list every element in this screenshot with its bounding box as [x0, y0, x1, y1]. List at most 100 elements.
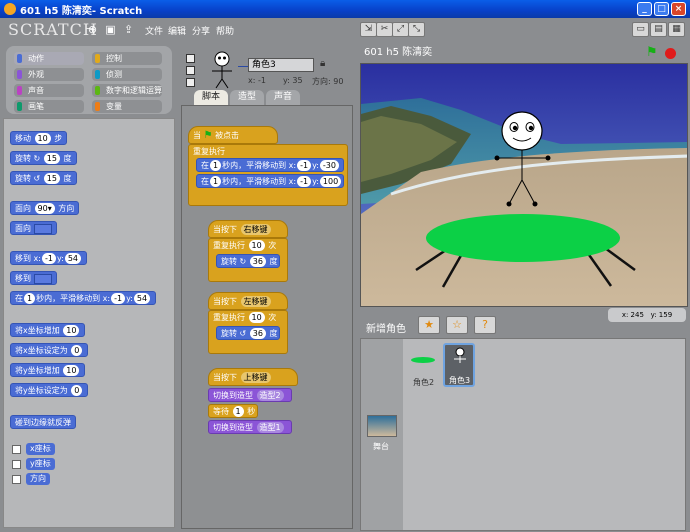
- seconds-input[interactable]: 1: [210, 160, 222, 171]
- menu-share[interactable]: 分享: [192, 24, 210, 37]
- turn-left-block[interactable]: 旋转 ↺ 15 度: [10, 171, 77, 185]
- maximize-button[interactable]: □: [654, 2, 669, 16]
- turn-right-block[interactable]: 旋转 ↻ 15 度: [10, 151, 77, 165]
- goto-xy-block[interactable]: 移到 x: -1 y: 54: [10, 251, 88, 265]
- category-sound[interactable]: 声音: [14, 84, 84, 97]
- shrink-tool-icon[interactable]: ⤡: [408, 22, 425, 37]
- normal-stage-icon[interactable]: ▤: [650, 22, 667, 37]
- direction-checkbox[interactable]: [12, 475, 21, 484]
- y-input[interactable]: -30: [319, 160, 339, 171]
- sprite-thumb-3[interactable]: 角色3: [443, 343, 475, 387]
- switch-costume-block-1[interactable]: 切换到造型 造型2: [208, 388, 292, 402]
- menu-file[interactable]: 文件: [145, 24, 163, 37]
- y-input[interactable]: 54: [64, 253, 82, 264]
- category-motion[interactable]: 动作: [14, 52, 84, 65]
- point-towards-block[interactable]: 面向: [10, 221, 57, 235]
- x-position-reporter[interactable]: x座标: [26, 443, 55, 455]
- sprite-thumb-2[interactable]: 角色2: [409, 349, 441, 389]
- glide-block-2[interactable]: 在 1 秒内，平滑移动到 x: -1 y: 100: [196, 174, 344, 188]
- tab-costumes[interactable]: 造型: [230, 90, 264, 105]
- stage-canvas[interactable]: [360, 63, 688, 307]
- y-position-reporter[interactable]: y座标: [26, 458, 55, 470]
- category-pen[interactable]: 画笔: [14, 100, 84, 113]
- stick-figure-sprite[interactable]: [361, 64, 688, 307]
- random-sprite-icon[interactable]: ?: [474, 316, 496, 334]
- when-key-pressed-block[interactable]: 当按下 右移键: [208, 220, 288, 238]
- goto-block[interactable]: 移到: [10, 271, 57, 285]
- when-flag-clicked-block[interactable]: 当 ⚑ 被点击: [188, 126, 278, 144]
- target-dropdown[interactable]: [33, 273, 52, 284]
- stop-icon[interactable]: [665, 48, 676, 59]
- grow-tool-icon[interactable]: ⤢: [392, 22, 409, 37]
- category-sensing[interactable]: 侦测: [92, 68, 162, 81]
- change-x-block[interactable]: 将x坐标增加 10: [10, 323, 86, 337]
- seconds-input[interactable]: 1: [24, 293, 36, 304]
- category-looks[interactable]: 外观: [14, 68, 84, 81]
- small-stage-icon[interactable]: ▭: [632, 22, 649, 37]
- direction-dropdown[interactable]: 90▾: [34, 203, 55, 214]
- direction-reporter[interactable]: 方向: [26, 473, 50, 485]
- category-operators[interactable]: 数字和逻辑运算: [92, 84, 162, 97]
- tab-sounds[interactable]: 声音: [266, 90, 300, 105]
- category-variables[interactable]: 变量: [92, 100, 162, 113]
- key-dropdown[interactable]: 右移键: [240, 224, 271, 235]
- globe-icon[interactable]: ⊕: [86, 23, 99, 36]
- wait-block[interactable]: 等待 1 秒: [208, 404, 258, 418]
- set-x-block[interactable]: 将x坐标设定为 0: [10, 343, 89, 357]
- bounce-block[interactable]: 碰到边缘就反弹: [10, 415, 76, 429]
- tab-scripts[interactable]: 脚本: [194, 90, 228, 105]
- point-direction-block[interactable]: 面向 90▾ 方向: [10, 201, 80, 215]
- close-button[interactable]: ×: [671, 2, 686, 16]
- value-input[interactable]: 10: [63, 325, 80, 336]
- degrees-input[interactable]: 15: [43, 153, 60, 164]
- count-input[interactable]: 10: [248, 312, 265, 323]
- minimize-button[interactable]: _: [637, 2, 652, 16]
- x-input[interactable]: -1: [297, 160, 312, 171]
- degrees-input[interactable]: 36: [249, 328, 266, 339]
- move-steps-block[interactable]: 移动 10 步: [10, 131, 68, 145]
- value-input[interactable]: 0: [71, 385, 83, 396]
- x-input[interactable]: -1: [111, 293, 126, 304]
- value-input[interactable]: 0: [71, 345, 83, 356]
- value-input[interactable]: 10: [63, 365, 80, 376]
- key-dropdown[interactable]: 左移键: [240, 296, 271, 307]
- turn-right-block[interactable]: 旋转 ↻ 36 度: [216, 254, 280, 268]
- rotation-all-around-icon[interactable]: [186, 54, 195, 63]
- duplicate-tool-icon[interactable]: ⇲: [360, 22, 377, 37]
- steps-input[interactable]: 10: [34, 133, 51, 144]
- change-y-block[interactable]: 将y坐标增加 10: [10, 363, 86, 377]
- y-input[interactable]: 54: [133, 293, 151, 304]
- choose-sprite-file-icon[interactable]: ☆: [446, 316, 468, 334]
- count-input[interactable]: 10: [248, 240, 265, 251]
- share-icon[interactable]: ⇪: [122, 23, 135, 36]
- menu-edit[interactable]: 编辑: [168, 24, 186, 37]
- lock-icon[interactable]: 🔒︎: [320, 58, 325, 69]
- save-icon[interactable]: ▣: [104, 23, 117, 36]
- menu-help[interactable]: 帮助: [216, 24, 234, 37]
- script-area[interactable]: 当 ⚑ 被点击 重复执行 在 1 秒内，平滑移动到 x: -1 y: -30 在 1 秒内，平…: [181, 105, 353, 529]
- green-flag-icon[interactable]: ⚑: [646, 44, 658, 62]
- when-key-pressed-block[interactable]: 当按下 左移键: [208, 292, 288, 310]
- key-dropdown[interactable]: 上移键: [240, 372, 271, 383]
- glide-block[interactable]: 在 1 秒内，平滑移动到 x: -1 y: 54: [10, 291, 157, 305]
- costume-dropdown[interactable]: 造型1: [256, 422, 284, 433]
- y-input[interactable]: 100: [319, 176, 342, 187]
- x-input[interactable]: -1: [297, 176, 312, 187]
- rotation-left-right-icon[interactable]: [186, 66, 195, 75]
- x-position-checkbox[interactable]: [12, 445, 21, 454]
- degrees-input[interactable]: 36: [249, 256, 266, 267]
- y-position-checkbox[interactable]: [12, 460, 21, 469]
- degrees-input[interactable]: 15: [43, 173, 60, 184]
- seconds-input[interactable]: 1: [232, 406, 244, 417]
- seconds-input[interactable]: 1: [210, 176, 222, 187]
- switch-costume-block-2[interactable]: 切换到造型 造型1: [208, 420, 292, 434]
- rotation-none-icon[interactable]: [186, 78, 195, 87]
- stage-thumbnail[interactable]: 舞台: [361, 339, 403, 530]
- category-control[interactable]: 控制: [92, 52, 162, 65]
- x-input[interactable]: -1: [41, 253, 56, 264]
- costume-dropdown[interactable]: 造型2: [256, 390, 284, 401]
- when-key-pressed-block[interactable]: 当按下 上移键: [208, 368, 298, 386]
- paint-new-sprite-icon[interactable]: ★: [418, 316, 440, 334]
- turn-left-block[interactable]: 旋转 ↺ 36 度: [216, 326, 280, 340]
- set-y-block[interactable]: 将y坐标设定为 0: [10, 383, 89, 397]
